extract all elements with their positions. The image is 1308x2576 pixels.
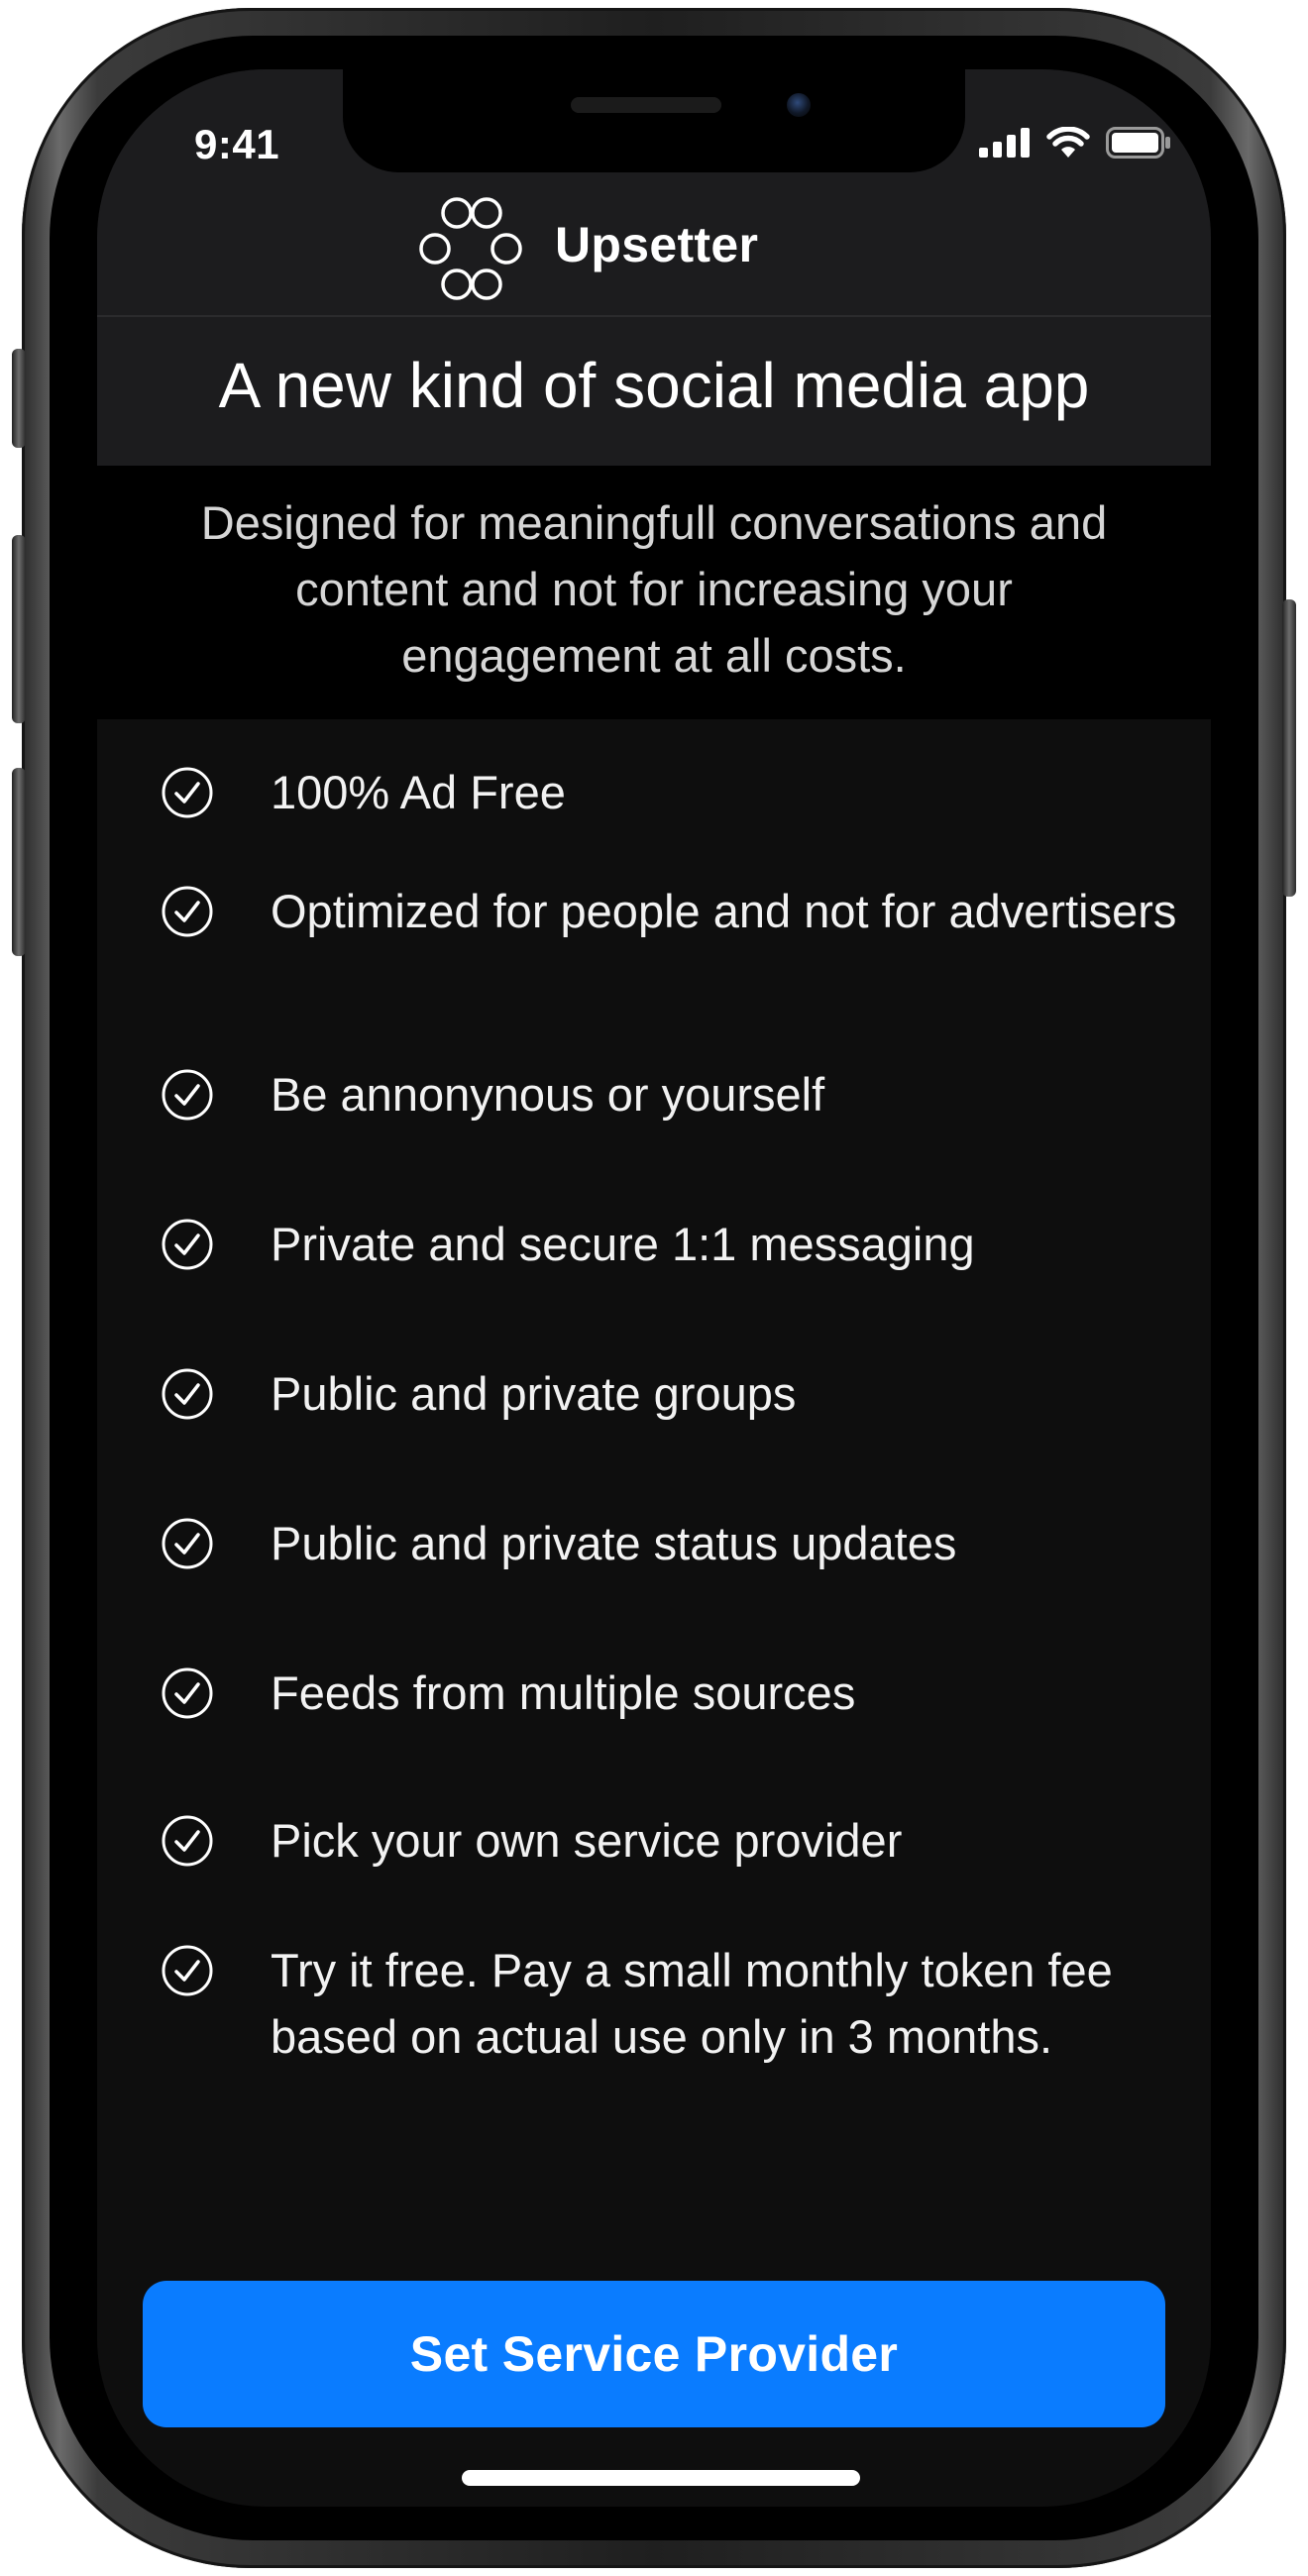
silent-switch xyxy=(12,349,26,448)
front-camera xyxy=(787,93,811,117)
earpiece-speaker xyxy=(571,97,721,113)
page-title: A new kind of social media app xyxy=(218,350,1090,421)
feature-text: 100% Ad Free xyxy=(271,766,566,818)
feature-text: Public and private status updates xyxy=(271,1517,957,1569)
status-icons xyxy=(979,125,1171,163)
check-circle-icon xyxy=(161,1218,214,1271)
home-indicator[interactable] xyxy=(462,2470,860,2486)
power-button xyxy=(1282,599,1296,897)
feature-text: Be annonynous or yourself xyxy=(271,1068,825,1121)
feature-text: Feeds from multiple sources xyxy=(271,1666,856,1719)
signal-icon xyxy=(979,127,1031,162)
feature-text: Pick your own service provider xyxy=(271,1814,903,1867)
volume-up-button xyxy=(12,535,26,723)
check-circle-icon xyxy=(161,1517,214,1570)
screen: 9:41 Upsetter A new kind of social media… xyxy=(97,69,1211,2507)
check-circle-icon xyxy=(161,1814,214,1868)
title-section: A new kind of social media app xyxy=(97,317,1211,466)
page-subtitle: Designed for meaningfull conversations a… xyxy=(200,496,1108,682)
set-service-provider-button[interactable]: Set Service Provider xyxy=(143,2281,1165,2427)
wifi-icon xyxy=(1046,125,1090,163)
check-circle-icon xyxy=(161,1068,214,1122)
rings-logo-icon xyxy=(416,196,525,301)
app-name: Upsetter xyxy=(555,217,759,272)
check-circle-icon xyxy=(161,766,214,819)
feature-text: Private and secure 1:1 messaging xyxy=(271,1218,975,1270)
check-circle-icon xyxy=(161,1367,214,1421)
volume-down-button xyxy=(12,768,26,956)
feature-text: Public and private groups xyxy=(271,1367,797,1420)
subtitle-section: Designed for meaningfull conversations a… xyxy=(97,466,1211,719)
check-circle-icon xyxy=(161,885,214,938)
status-time: 9:41 xyxy=(194,121,280,167)
app-header: Upsetter xyxy=(97,178,1211,317)
feature-text: Optimized for people and not for adverti… xyxy=(271,885,1177,937)
check-circle-icon xyxy=(161,1944,214,1997)
notch xyxy=(343,69,965,172)
check-circle-icon xyxy=(161,1666,214,1720)
battery-icon xyxy=(1106,126,1171,163)
feature-text: Try it free. Pay a small monthly token f… xyxy=(271,1944,1113,2063)
